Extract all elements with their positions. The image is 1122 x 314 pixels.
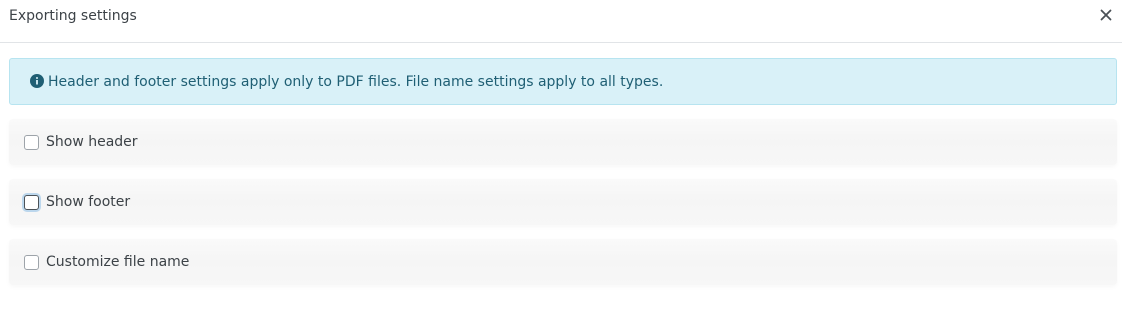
customize-file-name-label[interactable]: Customize file name [46,253,189,271]
show-footer-checkbox[interactable] [24,195,39,210]
show-header-label[interactable]: Show header [46,133,138,151]
close-button[interactable] [1096,5,1116,25]
dialog-title: Exporting settings [9,8,137,24]
option-show-header: Show header [9,119,1117,165]
show-footer-label[interactable]: Show footer [46,193,130,211]
exporting-settings-dialog: Exporting settings Header and footer set… [0,0,1122,314]
info-icon [30,74,44,88]
close-icon [1100,9,1112,21]
info-alert: Header and footer settings apply only to… [9,58,1117,105]
dialog-header: Exporting settings [0,0,1122,43]
customize-file-name-checkbox[interactable] [24,255,39,270]
option-show-footer: Show footer [9,179,1117,225]
option-customize-file-name: Customize file name [9,239,1117,285]
info-alert-text: Header and footer settings apply only to… [48,74,664,90]
show-header-checkbox[interactable] [24,135,39,150]
